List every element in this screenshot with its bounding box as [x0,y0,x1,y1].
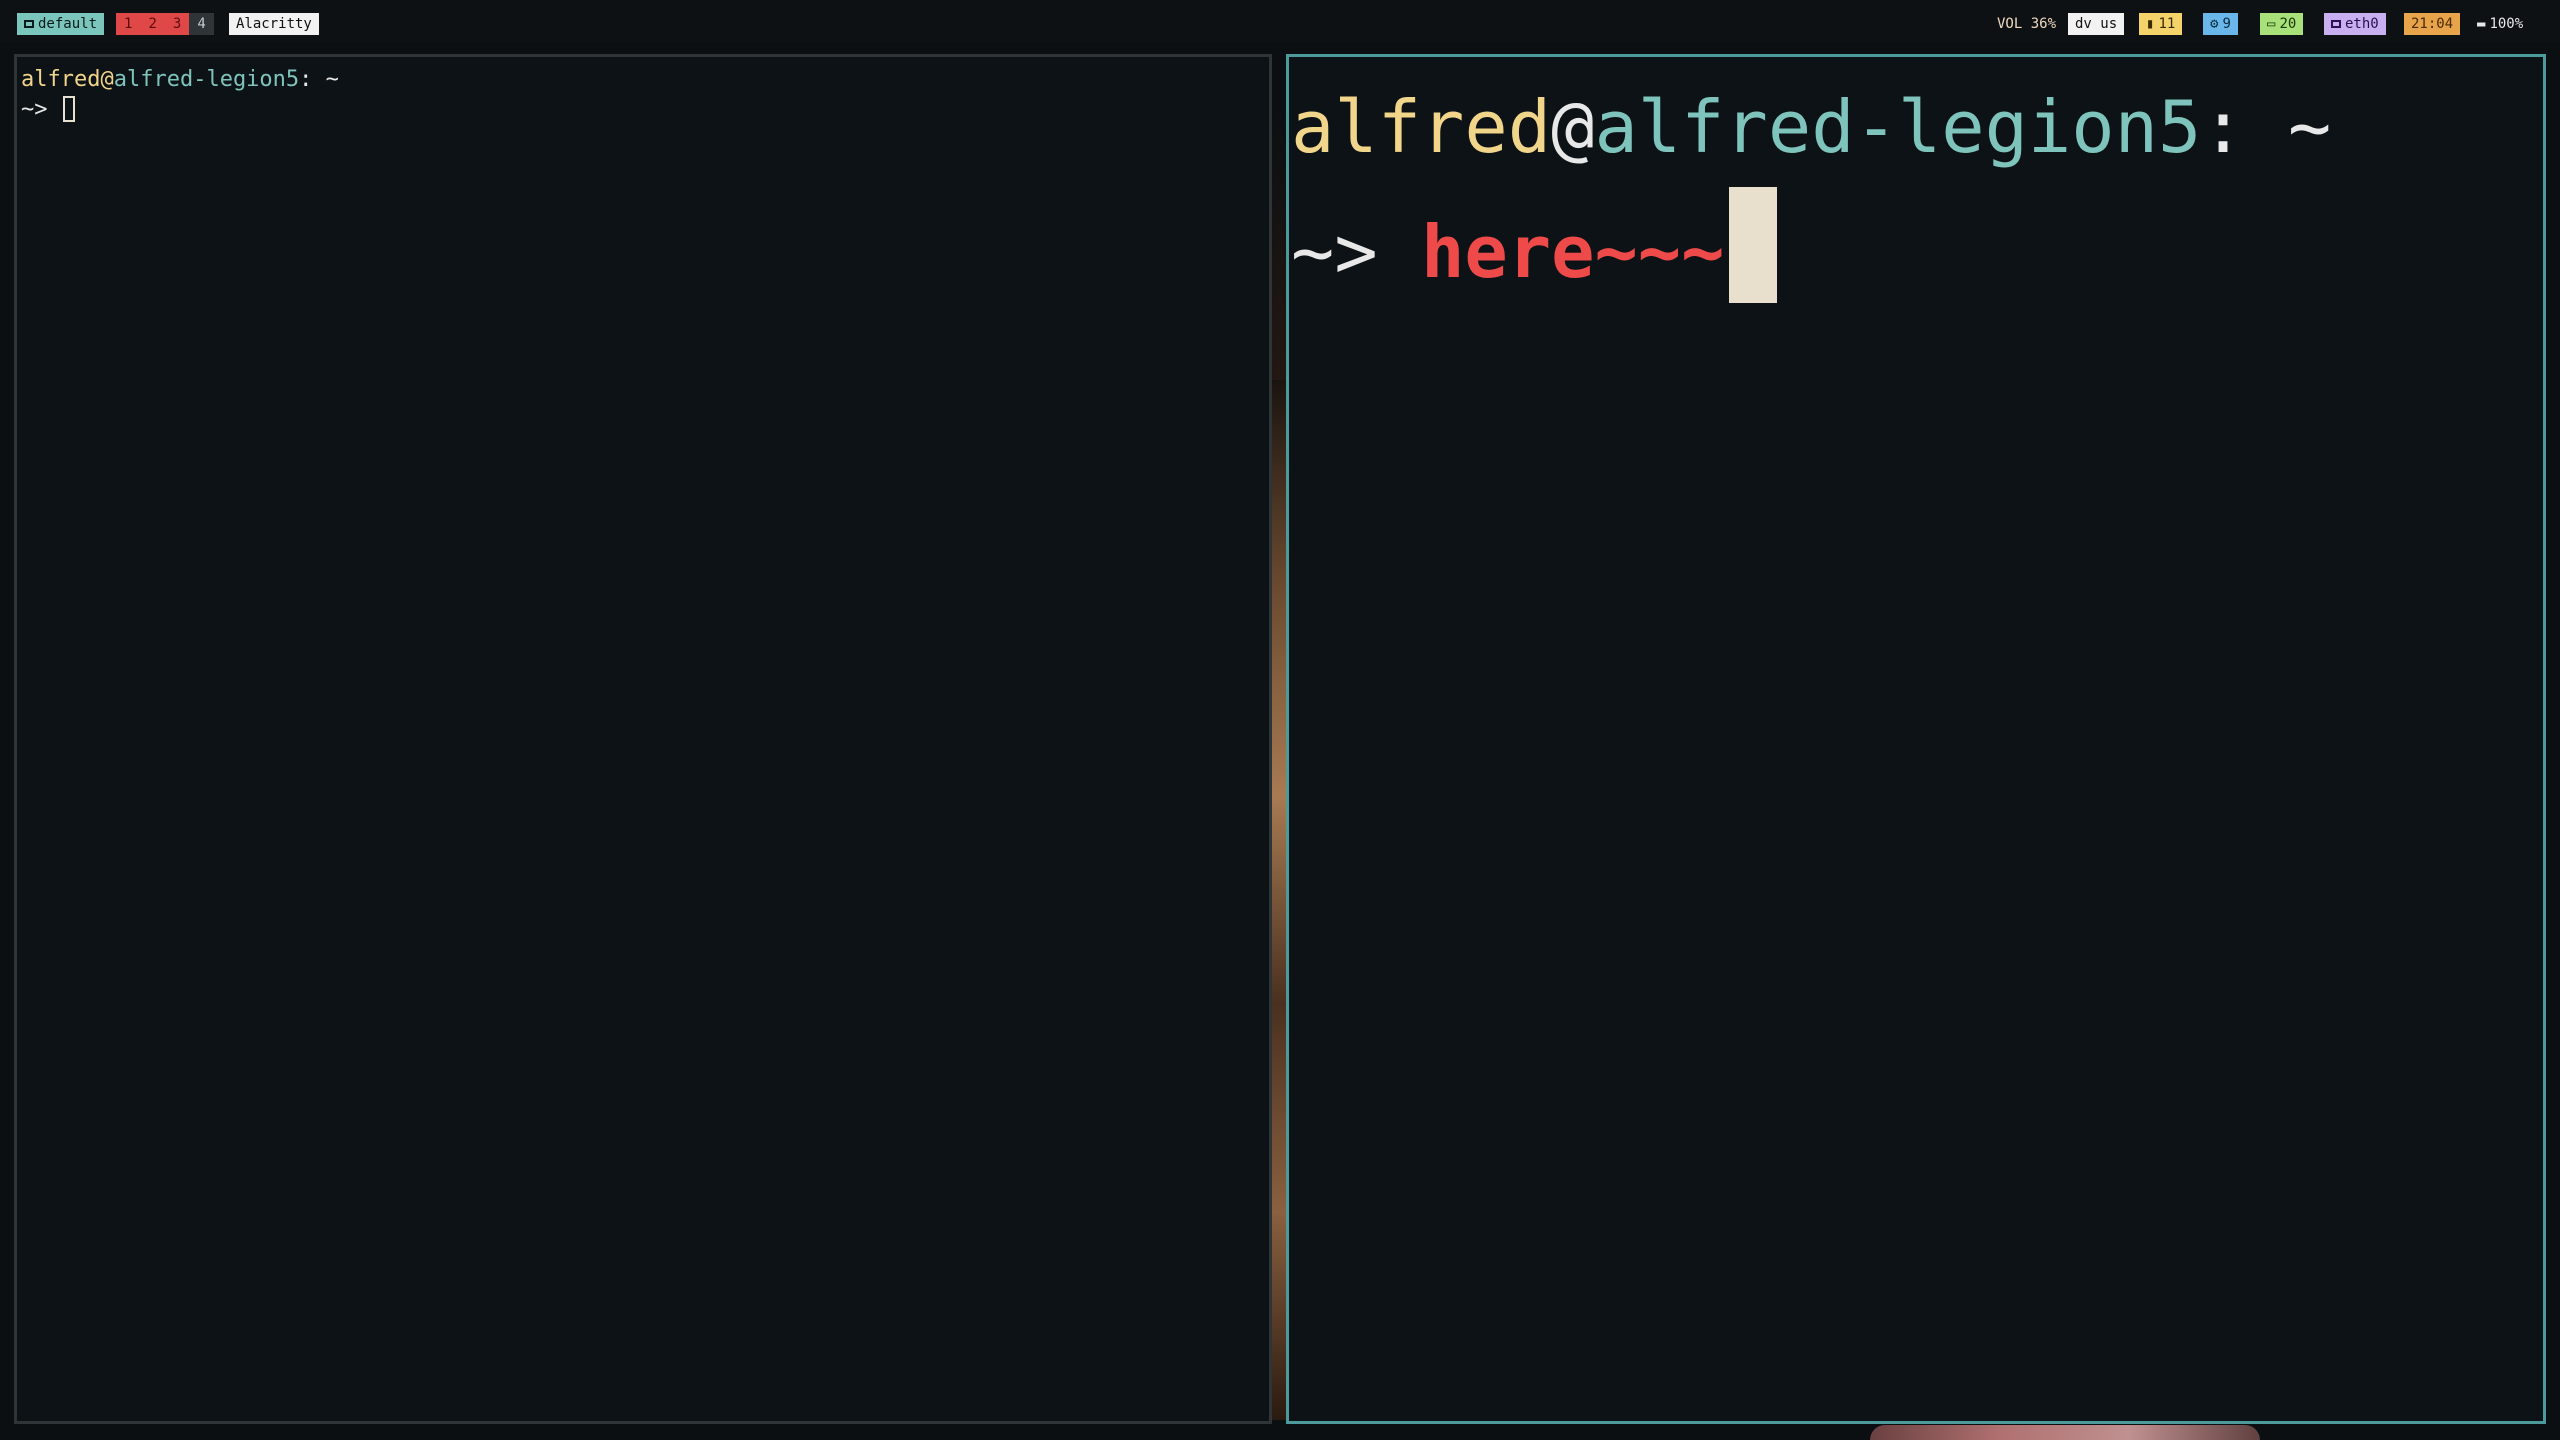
workspace-2[interactable]: 2 [140,13,165,35]
layout-indicator[interactable]: default [17,13,105,35]
volume-value: 36% [2030,16,2057,32]
workspace-4[interactable]: 4 [189,13,214,35]
command-input[interactable]: here~~~ [1421,210,1724,294]
wallpaper-bottom [1870,1425,2260,1440]
prompt-path: : ~ [299,67,339,92]
clock[interactable]: 21:04 [2404,13,2461,35]
prompt-host: alfred-legion5 [1594,85,2202,169]
network-icon [2331,20,2341,28]
gear-icon: ⚙ [2210,16,2219,32]
volume-indicator[interactable]: VOL 36% [1990,13,2063,35]
prompt-header: alfred@alfred-legion5: ~ [21,65,339,95]
cursor [1728,187,1777,303]
status-bar: default 1 2 3 4 Alacritty VOL 36% dv us … [0,0,2560,42]
prompt-at: @ [1551,85,1595,169]
prompt-host: alfred-legion5 [113,67,300,92]
window-title: Alacritty [229,13,319,35]
workspace-1[interactable]: 1 [116,13,141,35]
prompt-input-line[interactable]: ~> here~~~ [1291,187,1777,303]
battery-indicator: ▬ 100% [2470,13,2530,35]
network-indicator[interactable]: eth0 [2324,13,2386,35]
prompt-input-line[interactable]: ~> [21,95,75,125]
cpu-icon: ▮ [2146,16,2155,32]
terminal-right-focused[interactable]: alfred@alfred-legion5: ~ ~> here~~~ [1286,54,2546,1424]
cpu-indicator: ▮ 11 [2139,13,2183,35]
chat-icon: ▭ [2267,16,2276,32]
layout-icon [24,20,34,28]
messages-indicator[interactable]: ▭ 20 [2260,13,2304,35]
keyboard-layout[interactable]: dv us [2068,13,2125,35]
terminal-left[interactable]: alfred@alfred-legion5: ~ ~> [14,54,1272,1424]
prompt-at: @ [100,67,114,92]
prompt-symbol: ~> [1291,210,1378,294]
prompt-header: alfred@alfred-legion5: ~ [1291,77,2331,177]
battery-icon: ▬ [2477,16,2486,32]
cursor [62,96,75,122]
workspace-list: 1 2 3 4 [116,13,214,35]
volume-label: VOL [1997,16,2023,32]
temperature-indicator: ⚙ 9 [2203,13,2238,35]
prompt-symbol: ~> [21,97,48,122]
prompt-user: alfred [1291,85,1552,169]
prompt-user: alfred [21,67,101,92]
workspace-3[interactable]: 3 [164,13,190,35]
prompt-path: : ~ [2201,85,2332,169]
